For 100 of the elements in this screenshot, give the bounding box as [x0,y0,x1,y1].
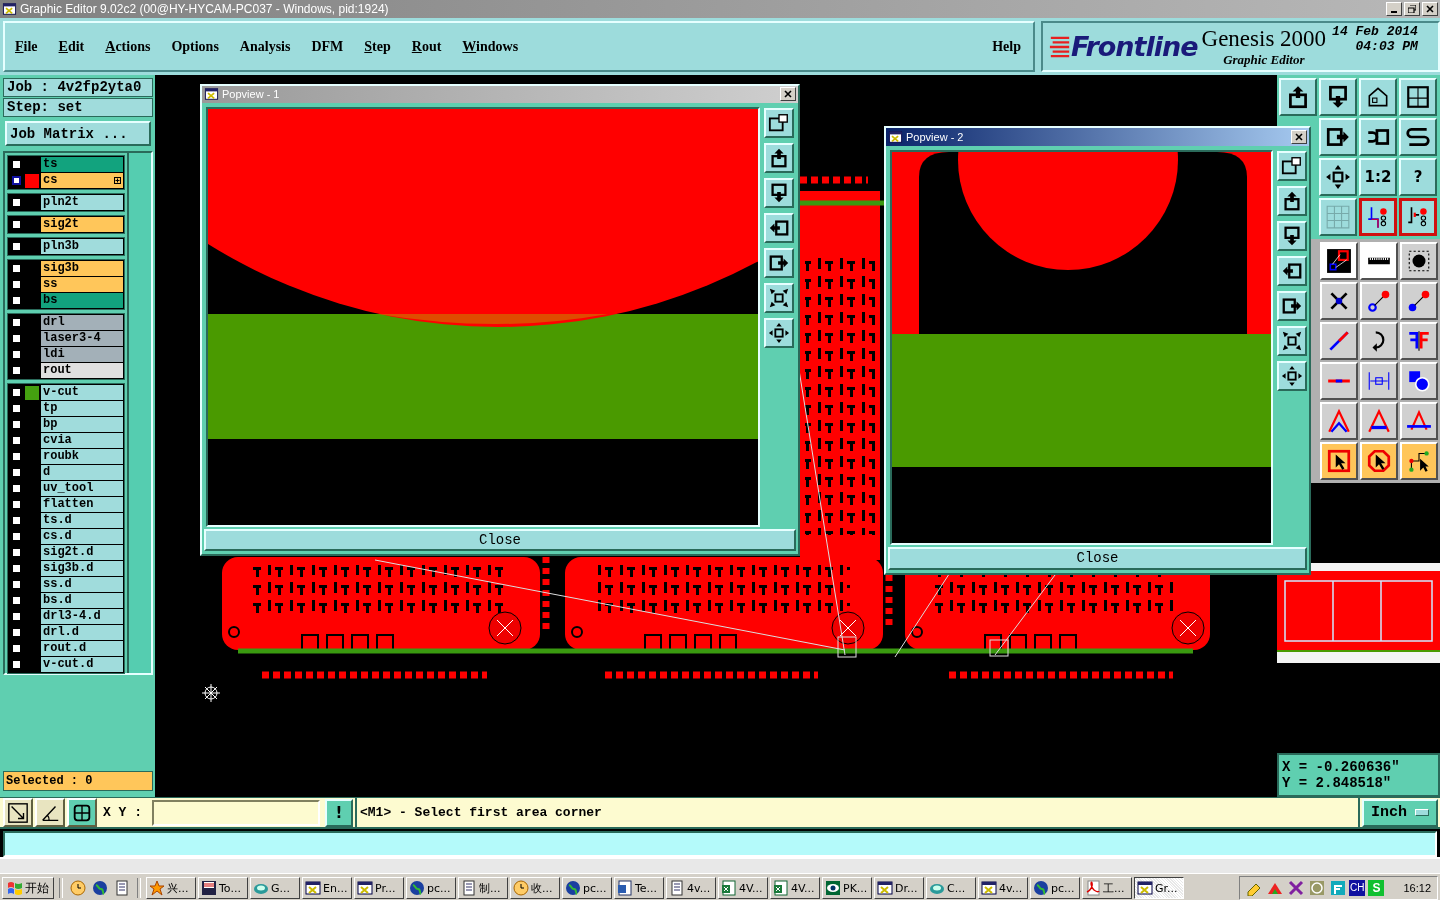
layer-name[interactable]: laser3-4 [41,331,123,346]
layer-checkbox[interactable] [10,642,23,655]
view-tool-button[interactable] [1277,150,1307,181]
taskbar-button[interactable]: Pr... [354,877,404,899]
layer-checkbox[interactable] [10,578,23,591]
menu-item[interactable]: Actions [105,38,151,55]
layer-name[interactable]: bs.d [41,593,123,608]
clock-icon[interactable] [1309,880,1325,896]
close-button[interactable]: Close [204,528,796,551]
layer-name[interactable]: ldi [41,347,123,362]
globe-icon[interactable] [92,880,108,896]
document-icon[interactable] [114,880,130,896]
view-tool-button[interactable] [1277,290,1307,321]
layer-name[interactable]: roubk [41,449,123,464]
layer-checkbox[interactable] [10,546,23,559]
layer-checkbox[interactable] [10,364,23,377]
layer-name[interactable]: cs [41,173,123,188]
help-menu[interactable]: Help [992,38,1021,55]
layer-checkbox[interactable] [10,482,23,495]
view-tool-button[interactable] [764,212,794,243]
layer-name[interactable]: v-cut [41,385,123,400]
layer-name[interactable]: drl [41,315,123,330]
layer-name[interactable]: bs [41,293,123,308]
start-button[interactable]: 开始 [2,877,54,899]
menu-item[interactable]: Edit [58,38,85,55]
layer-name[interactable]: rout.d [41,641,123,656]
layer-name[interactable]: sig2t.d [41,545,123,560]
menu-item[interactable]: DFM [311,38,344,55]
layer-checkbox[interactable] [10,316,23,329]
view-tool-button[interactable] [764,317,794,348]
view-tool-button[interactable] [764,107,794,138]
view-tool-button[interactable] [764,142,794,173]
xy-input-field[interactable] [152,799,320,826]
restore-button[interactable] [1404,2,1420,16]
layer-name[interactable]: cs.d [41,529,123,544]
taskbar-button[interactable]: Dr... [874,877,924,899]
layer-checkbox[interactable] [10,174,23,187]
layer-checkbox[interactable] [10,348,23,361]
layer-checkbox[interactable] [10,278,23,291]
layer-name[interactable]: tp [41,401,123,416]
tool-button[interactable]: 1:2 [1359,158,1397,196]
app-icon[interactable] [1330,880,1346,896]
layer-checkbox[interactable] [10,218,23,231]
taskbar-button[interactable]: pc... [562,877,612,899]
taskbar-button[interactable]: 4v... [666,877,716,899]
cross-icon[interactable] [1288,880,1304,896]
layer-name[interactable]: pln3b [41,239,123,254]
taskbar-button[interactable]: pc... [406,877,456,899]
layer-checkbox[interactable] [10,434,23,447]
layer-checkbox[interactable] [10,498,23,511]
layer-name[interactable]: v-cut.d [41,657,123,672]
view-tool-button[interactable] [1277,220,1307,251]
menu-item[interactable]: Rout [411,38,442,55]
taskbar-button[interactable]: To... [198,877,248,899]
layer-checkbox[interactable] [10,196,23,209]
taskbar-button[interactable]: 收... [510,877,560,899]
layer-name[interactable]: uv_tool [41,481,123,496]
layer-name[interactable]: pln2t [41,195,123,210]
taskbar-button[interactable]: 4V... [770,877,820,899]
view-tool-button[interactable] [764,247,794,278]
menu-item[interactable]: Step [364,38,391,55]
layer-checkbox[interactable] [10,514,23,527]
taskbar-button[interactable]: PK... [822,877,872,899]
tool-button[interactable] [1399,198,1437,236]
layer-checkbox[interactable] [10,332,23,345]
layer-checkbox[interactable] [10,158,23,171]
layer-checkbox[interactable] [10,466,23,479]
layer-checkbox[interactable] [10,562,23,575]
taskbar-button[interactable]: pc... [1030,877,1080,899]
minimize-button[interactable] [1386,2,1402,16]
layer-name[interactable]: rout [41,363,123,378]
view-tool-button[interactable] [1277,255,1307,286]
close-button[interactable]: Close [888,546,1307,570]
tool-button[interactable]: ? [1399,158,1437,196]
taskbar-button[interactable]: G... [250,877,300,899]
layer-name[interactable]: flatten [41,497,123,512]
layer-checkbox[interactable] [10,610,23,623]
layer-name[interactable]: d [41,465,123,480]
layer-checkbox[interactable] [10,658,23,671]
view-tool-button[interactable] [1277,325,1307,356]
layer-name[interactable]: ts.d [41,513,123,528]
layer-name[interactable]: sig2t [41,217,123,232]
taskbar-button[interactable]: Gr... [1134,877,1184,899]
taskbar-button[interactable]: 4V... [718,877,768,899]
layer-checkbox[interactable] [10,530,23,543]
layer-name[interactable]: ss.d [41,577,123,592]
layer-checkbox[interactable] [10,240,23,253]
view-tool-button[interactable] [764,177,794,208]
close-button[interactable] [1291,129,1307,144]
close-button[interactable] [780,87,796,102]
menu-item[interactable]: Windows [462,38,519,55]
taskbar-button[interactable]: 兴... [146,877,196,899]
taskbar-button[interactable]: 制... [458,877,508,899]
view-tool-button[interactable] [1277,185,1307,216]
layer-name[interactable]: ss [41,277,123,292]
layer-name[interactable]: drl3-4.d [41,609,123,624]
taskbar-button[interactable]: En... [302,877,352,899]
layer-checkbox[interactable] [10,418,23,431]
menu-item[interactable]: Analysis [239,38,291,55]
layer-name[interactable]: drl.d [41,625,123,640]
